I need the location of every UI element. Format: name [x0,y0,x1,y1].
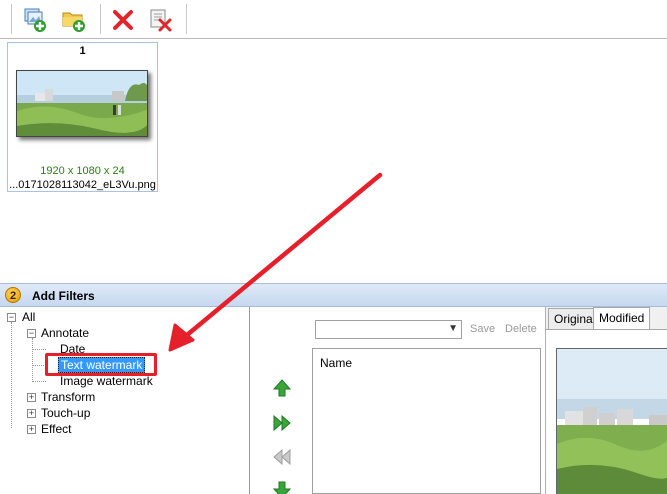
preview-image [556,348,667,494]
toolbar-separator [100,4,101,34]
toolbar [0,0,667,39]
app-window: 1 1920 x 1080 x 24 ...0171028113042_eL3V… [0,0,667,494]
add-images-icon [24,8,46,32]
remove-x-icon [113,10,133,30]
expand-toggle[interactable]: + [27,409,36,418]
tree-node-transform[interactable]: Transform [41,390,95,404]
tree-guide [32,349,46,350]
tree-node-annotate[interactable]: Annotate [41,326,89,340]
expand-toggle[interactable]: + [27,425,36,434]
column-header-name: Name [320,356,353,370]
thumbnail-image [16,70,148,137]
filter-move-buttons [251,307,309,494]
image-filename: ...0171028113042_eL3Vu.png [9,179,156,191]
filter-tree[interactable]: − All − Annotate Date Text watermark Ima… [0,307,250,494]
tree-guide [11,322,12,428]
remove-button[interactable] [110,7,136,33]
move-up-button[interactable] [272,379,292,397]
applied-filters-list[interactable]: Name [312,348,541,494]
tree-node-all[interactable]: All [22,310,35,324]
delete-preset-button[interactable]: Delete [505,323,537,335]
collapse-toggle[interactable]: − [27,329,36,338]
collapse-toggle[interactable]: − [7,313,16,322]
tree-node-touch-up[interactable]: Touch-up [41,406,90,420]
remove-all-button[interactable] [148,7,174,33]
annotation-highlight-box [45,353,157,376]
preview-frame [546,329,667,494]
preview-panel: Original Modified [545,307,667,494]
tab-modified[interactable]: Modified [593,307,651,330]
clear-list-icon [150,9,172,32]
tree-guide [32,365,46,366]
toolbar-separator [11,4,12,34]
fast-forward-icon [273,414,291,432]
remove-filter-button[interactable] [273,448,291,466]
add-folder-icon [62,12,85,32]
add-filters-header: 2 Add Filters [0,283,667,307]
preset-dropdown[interactable]: ▼ [315,320,462,339]
expand-toggle[interactable]: + [27,393,36,402]
tree-guide [32,381,46,382]
image-thumbnail-card[interactable]: 1 1920 x 1080 x 24 ...0171028113042_eL3V… [7,42,158,192]
tree-guide [32,338,33,380]
move-down-button[interactable] [272,481,292,494]
thumbnail-index: 1 [79,45,86,57]
chevron-down-icon: ▼ [448,323,458,334]
image-dimensions: 1920 x 1080 x 24 [40,165,125,177]
add-filter-button[interactable] [273,414,291,432]
arrow-up-icon [272,379,292,397]
add-images-button[interactable] [22,7,48,33]
add-folder-button[interactable] [61,7,87,33]
tree-node-effect[interactable]: Effect [41,422,71,436]
tree-node-image-watermark[interactable]: Image watermark [60,374,153,388]
arrow-down-icon [272,481,292,494]
save-preset-button[interactable]: Save [470,323,495,335]
add-filters-title: Add Filters [32,289,95,303]
rewind-icon [273,448,291,466]
toolbar-separator [186,4,187,34]
step-badge: 2 [5,287,21,303]
